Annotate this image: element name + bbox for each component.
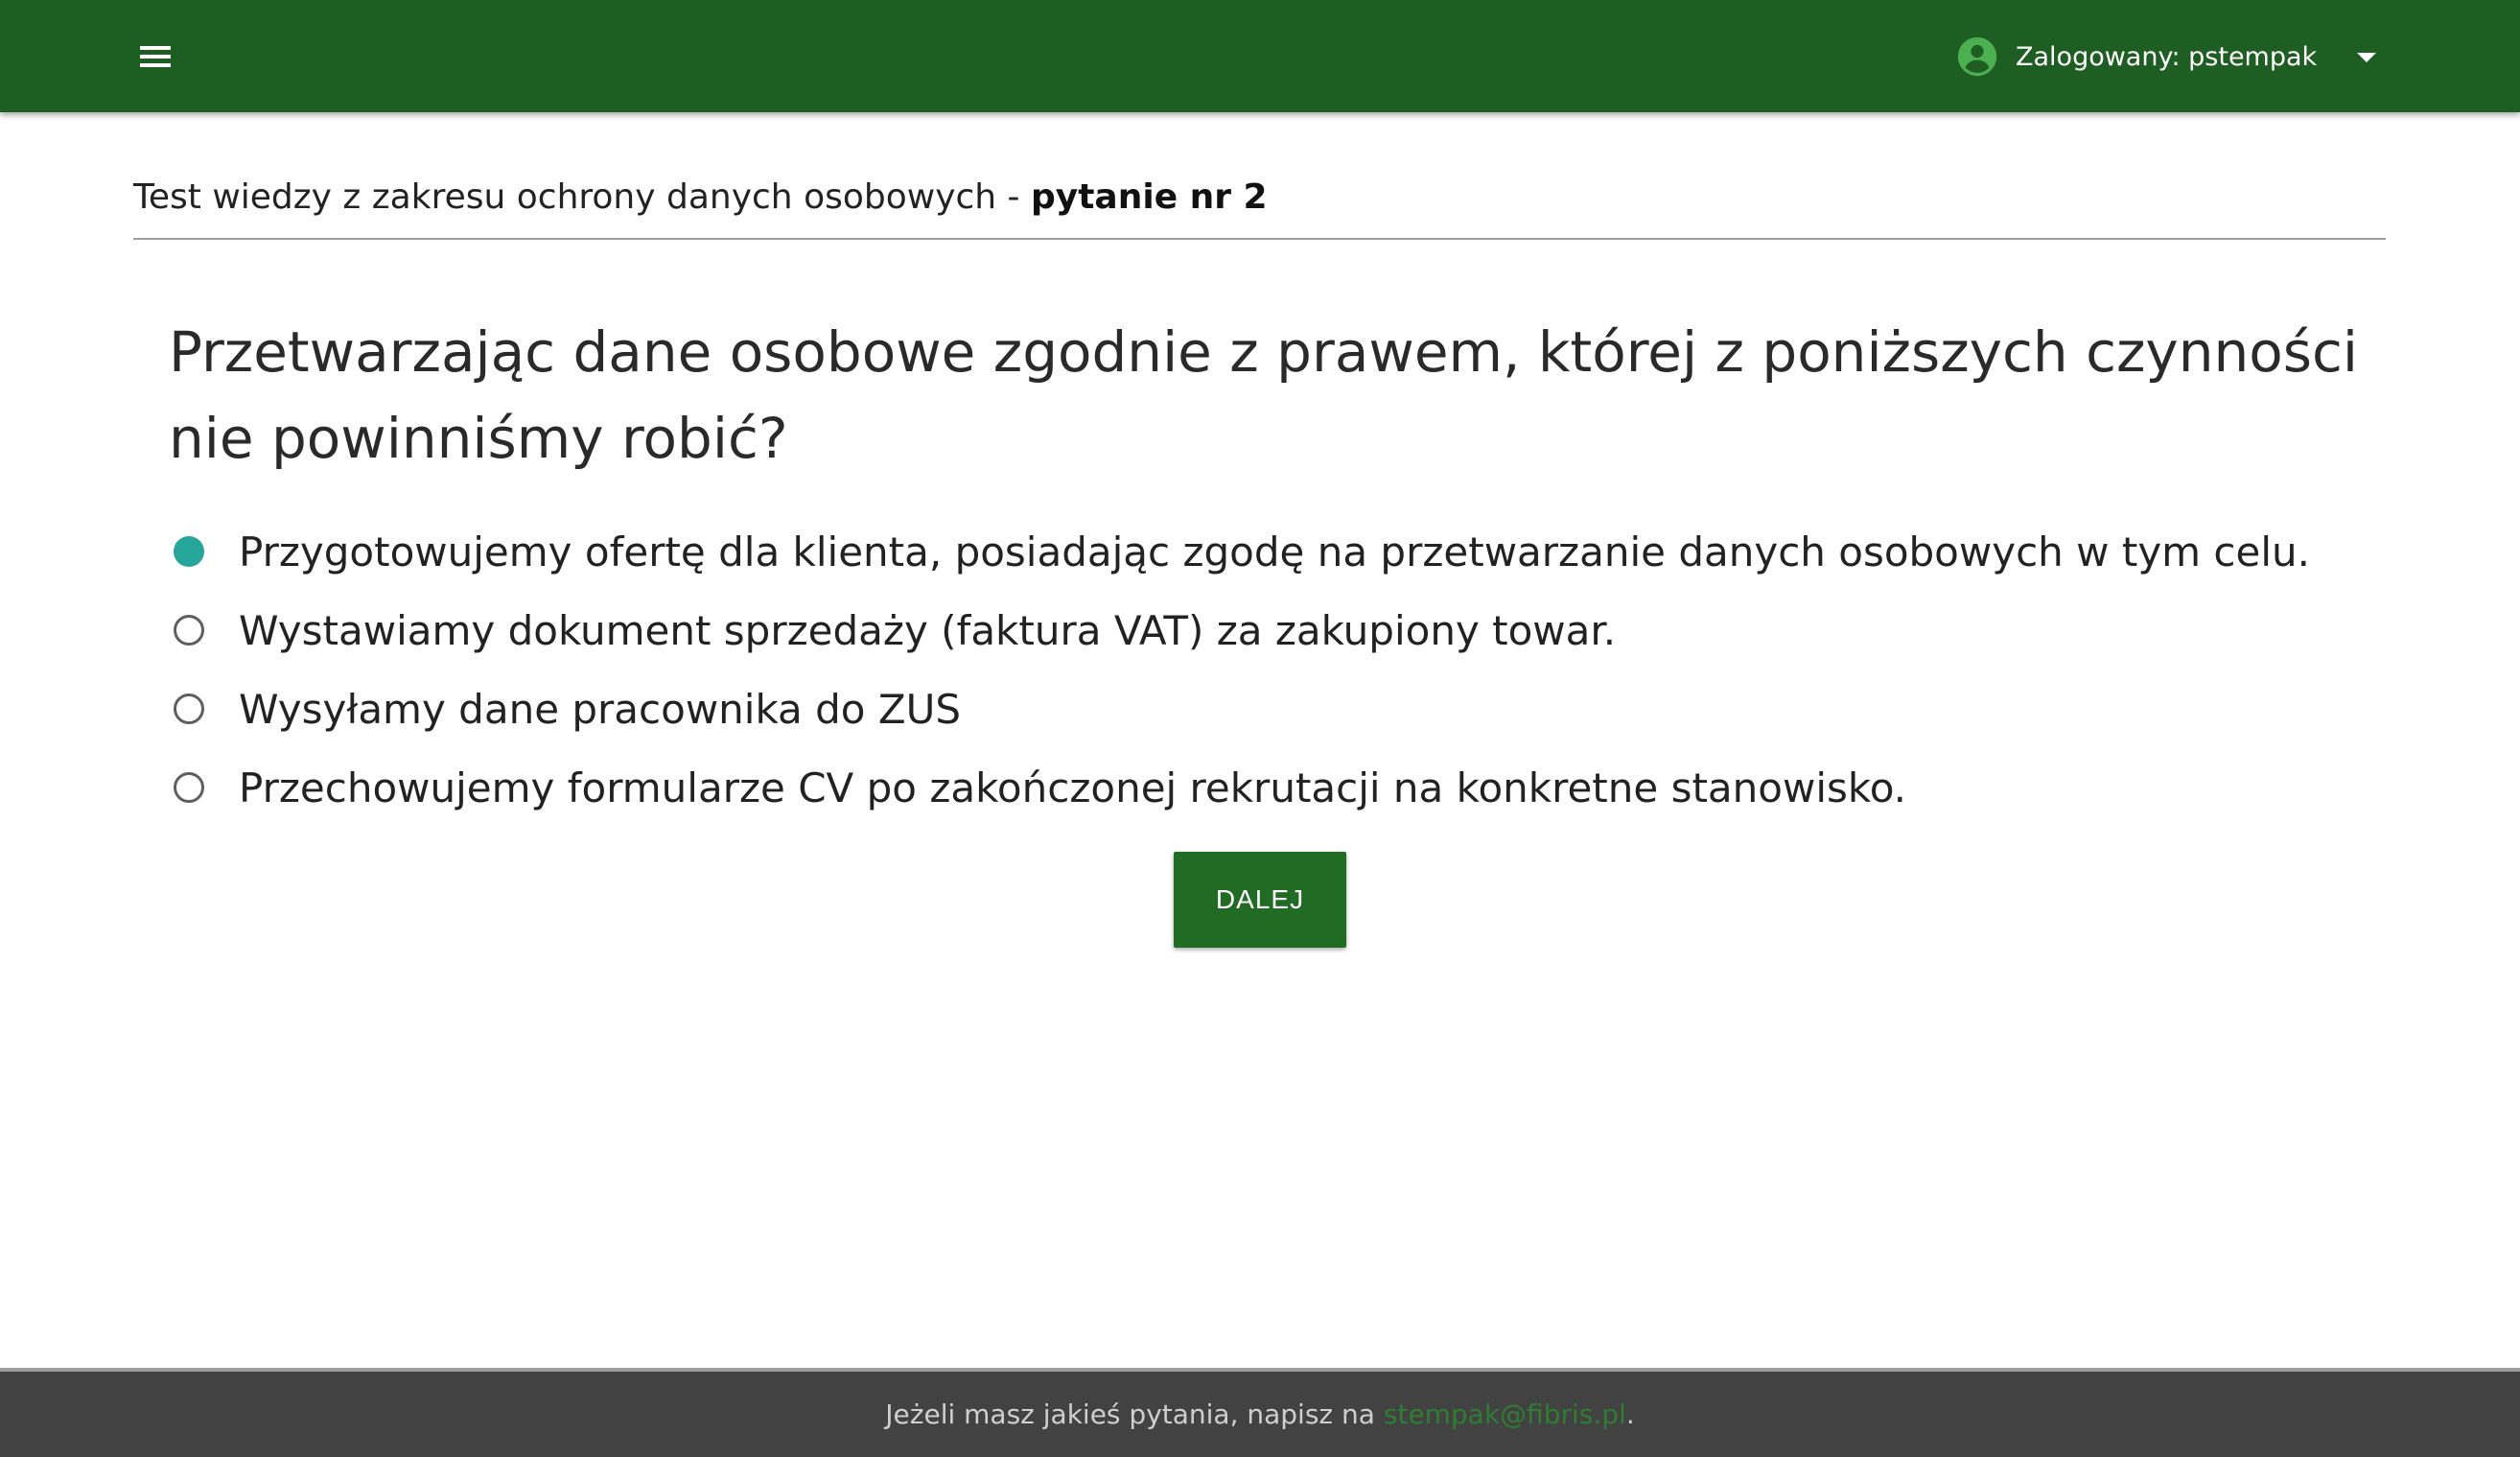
answer-option-3[interactable]: Wysyłamy dane pracownika do ZUS bbox=[169, 670, 2374, 748]
top-app-bar: Zalogowany: pstempak bbox=[0, 0, 2520, 112]
footer: Jeżeli masz jakieś pytania, napisz na st… bbox=[0, 1368, 2520, 1457]
answer-list: Przygotowujemy ofertę dla klienta, posia… bbox=[169, 512, 2374, 827]
page-title: Test wiedzy z zakresu ochrony danych oso… bbox=[133, 177, 2386, 217]
answer-label: Przygotowujemy ofertę dla klienta, posia… bbox=[239, 528, 2311, 576]
radio-checked-icon[interactable] bbox=[174, 536, 204, 567]
answer-option-1[interactable]: Przygotowujemy ofertę dla klienta, posia… bbox=[169, 512, 2374, 591]
next-button[interactable]: DALEJ bbox=[1174, 852, 1346, 948]
logged-in-user-label: Zalogowany: pstempak bbox=[2016, 41, 2318, 72]
answer-option-4[interactable]: Przechowujemy formularze CV po zakończon… bbox=[169, 748, 2374, 827]
quiz-title: Test wiedzy z zakresu ochrony danych oso… bbox=[133, 177, 1031, 217]
account-circle-icon bbox=[1956, 35, 1998, 78]
hamburger-menu-icon[interactable] bbox=[134, 38, 176, 75]
radio-unchecked-icon[interactable] bbox=[174, 693, 204, 724]
radio-unchecked-icon[interactable] bbox=[174, 615, 204, 646]
contact-email-link[interactable]: stempak@fibris.pl bbox=[1384, 1398, 1626, 1430]
user-account-menu[interactable]: Zalogowany: pstempak bbox=[1956, 29, 2377, 84]
radio-unchecked-icon[interactable] bbox=[174, 772, 204, 803]
question-text: Przetwarzając dane osobowe zgodnie z pra… bbox=[169, 319, 2358, 471]
answer-label: Wystawiamy dokument sprzedaży (faktura V… bbox=[239, 606, 1617, 654]
question-number: pytanie nr 2 bbox=[1030, 177, 1268, 217]
answer-label: Wysyłamy dane pracownika do ZUS bbox=[239, 685, 962, 733]
answer-option-2[interactable]: Wystawiamy dokument sprzedaży (faktura V… bbox=[169, 591, 2374, 670]
title-divider bbox=[133, 238, 2386, 240]
footer-text: Jeżeli masz jakieś pytania, napisz na bbox=[885, 1398, 1375, 1430]
footer-text-end: . bbox=[1625, 1398, 1635, 1430]
caret-down-icon[interactable] bbox=[2355, 50, 2378, 63]
answer-label: Przechowujemy formularze CV po zakończon… bbox=[239, 764, 1907, 811]
